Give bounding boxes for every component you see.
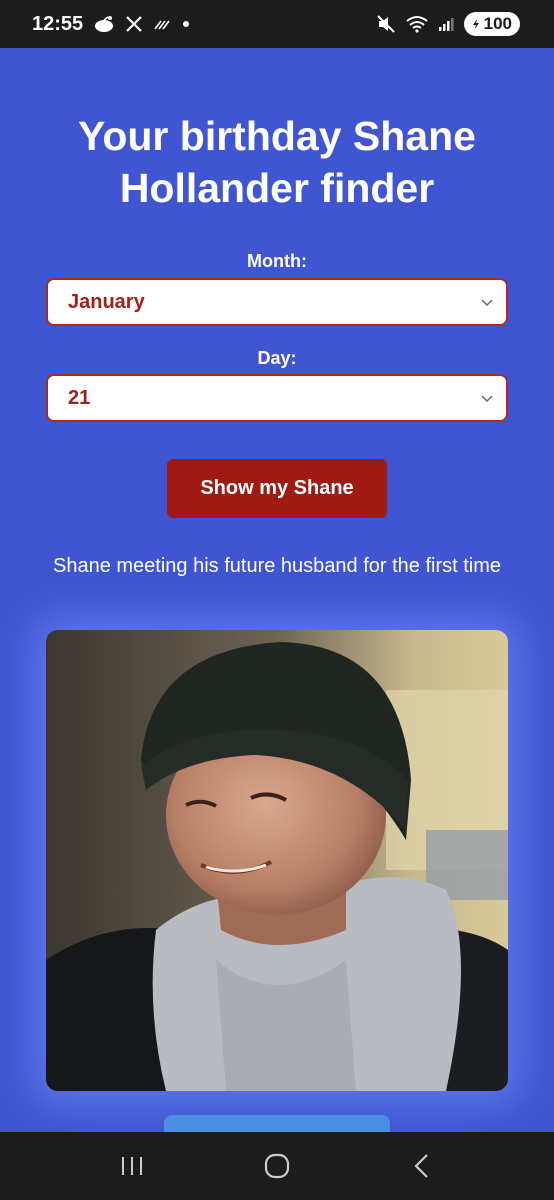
signal-icon <box>438 16 454 32</box>
show-my-shane-button[interactable]: Show my Shane <box>167 459 387 518</box>
main-content: Your birthday Shane Hollander finder Mon… <box>0 48 554 1132</box>
month-select-value: January <box>68 290 145 313</box>
navigation-bar <box>0 1132 554 1200</box>
dot-icon <box>181 19 191 29</box>
result-caption: Shane meeting his future husband for the… <box>52 555 502 577</box>
data-icon <box>153 17 171 31</box>
month-label: Month: <box>247 251 307 271</box>
home-icon[interactable] <box>257 1146 297 1186</box>
chevron-down-icon <box>480 391 494 405</box>
mute-icon <box>376 14 396 34</box>
battery-level: 100 <box>483 14 512 33</box>
back-icon[interactable] <box>402 1146 442 1186</box>
status-bar-right: 100 <box>376 12 520 36</box>
chevron-down-icon <box>480 295 494 309</box>
wifi-icon <box>406 15 428 33</box>
recents-icon[interactable] <box>112 1146 152 1186</box>
page-title: Your birthday Shane Hollander finder <box>78 113 476 211</box>
month-select[interactable]: January <box>46 278 508 326</box>
x-icon <box>125 15 143 33</box>
day-label: Day: <box>257 348 297 368</box>
result-photo <box>46 630 508 1091</box>
status-bar: 12:55 100 <box>0 0 554 48</box>
day-select-value: 21 <box>68 386 91 409</box>
clock: 12:55 <box>32 12 84 35</box>
partial-button[interactable] <box>164 1115 390 1132</box>
status-bar-left: 12:55 <box>32 13 191 36</box>
reddit-icon <box>93 15 115 33</box>
battery-icon: 100 <box>463 12 520 36</box>
day-select[interactable]: 21 <box>46 374 508 422</box>
